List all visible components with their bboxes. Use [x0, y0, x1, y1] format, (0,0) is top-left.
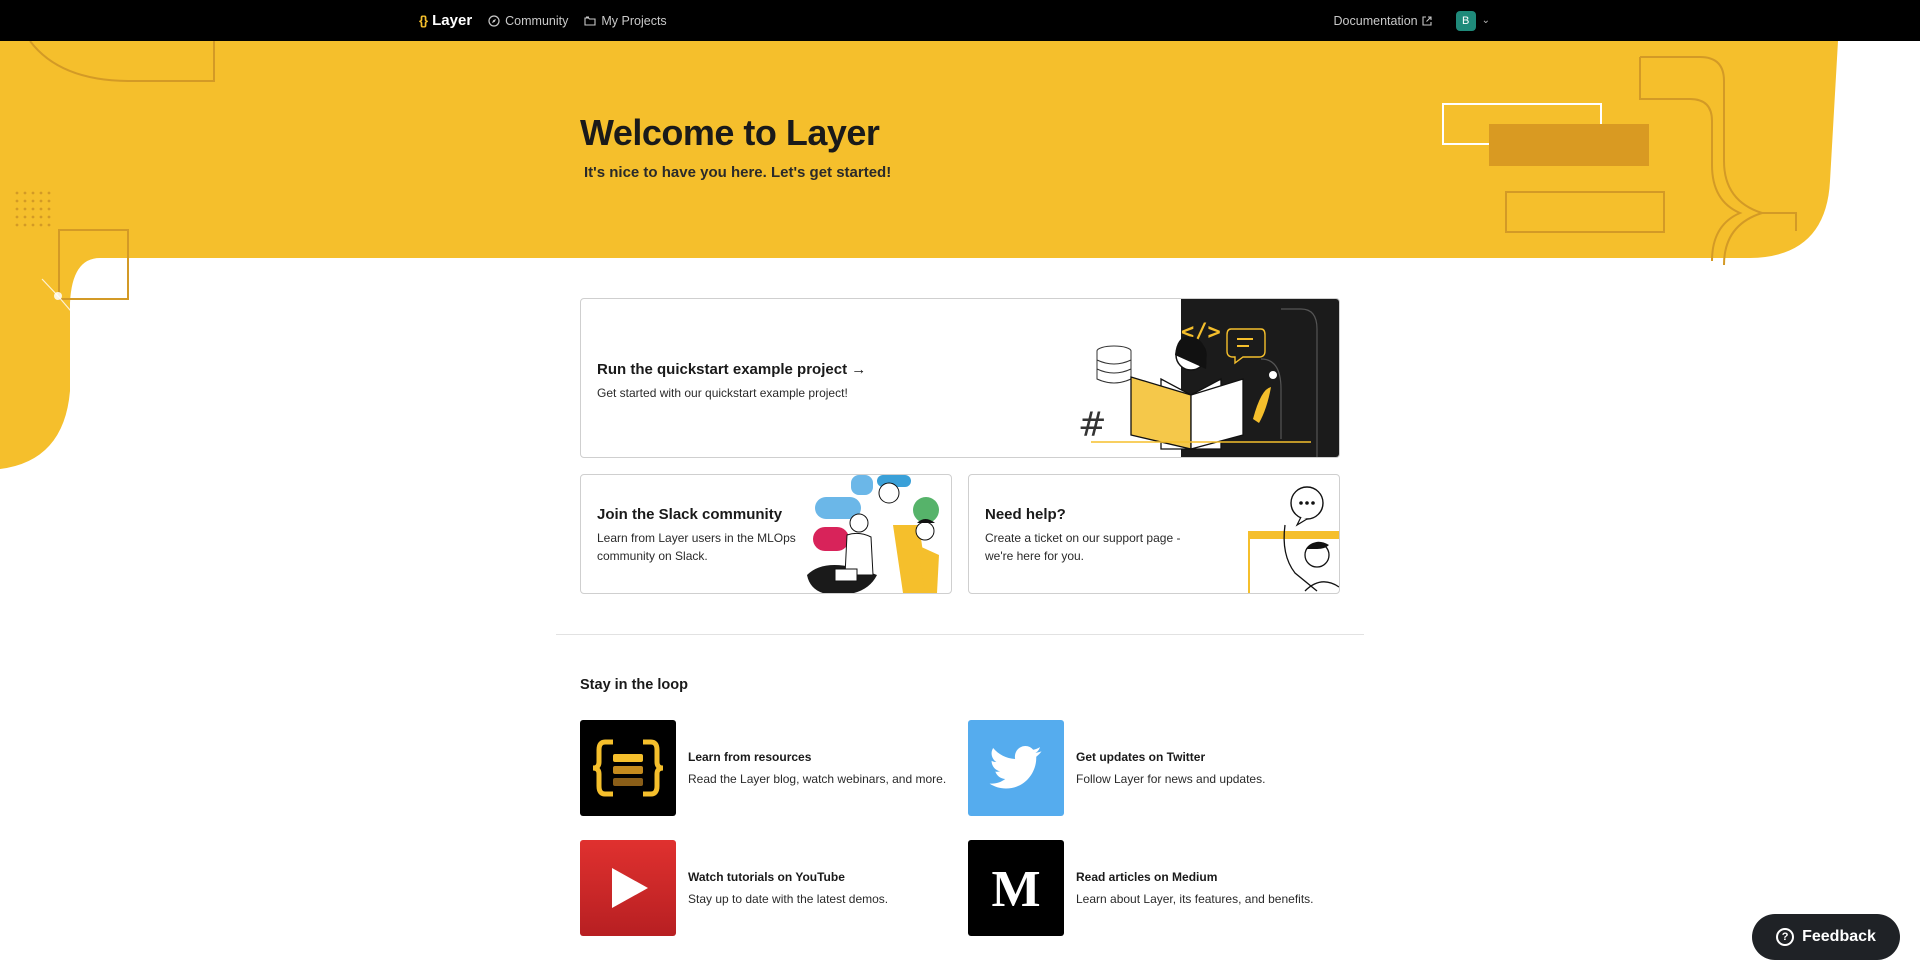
layer-logo-icon: {} [419, 13, 428, 28]
help-title: Need help? [985, 506, 1066, 523]
quickstart-card[interactable]: Run the quickstart example project → Get… [580, 298, 1340, 458]
hash-icon: # [1078, 405, 1107, 445]
resource-learn-desc: Read the Layer blog, watch webinars, and… [688, 772, 947, 786]
documentation-link[interactable]: Documentation [1334, 14, 1432, 28]
resource-learn-title: Learn from resources [688, 750, 812, 764]
resource-twitter-title: Get updates on Twitter [1076, 750, 1206, 764]
brand-name: Layer [432, 12, 473, 29]
page-subtitle: It's nice to have you here. Let's get st… [584, 164, 892, 181]
quickstart-desc: Get started with our quickstart example … [597, 386, 848, 400]
medium-icon: M [968, 840, 1064, 936]
compass-icon [488, 14, 500, 27]
feedback-button[interactable]: ? Feedback [1752, 914, 1900, 960]
avatar: B [1455, 10, 1476, 31]
slack-title: Join the Slack community [597, 506, 783, 523]
top-nav: {} Layer Community My Projects Documenta… [0, 0, 1920, 41]
help-desc: Create a ticket on our support page - we… [985, 531, 1181, 563]
resource-youtube-text: Watch tutorials on YouTube Stay up to da… [688, 870, 888, 906]
feedback-label: Feedback [1802, 928, 1876, 945]
slack-desc: Learn from Layer users in the MLOps comm… [597, 531, 796, 563]
resource-learn-text: Learn from resources Read the Layer blog… [688, 750, 946, 786]
need-help-illustration [1248, 486, 1339, 593]
help-circle-icon: ? [1776, 928, 1795, 946]
nav-left: {} Layer Community My Projects [419, 0, 667, 41]
user-menu[interactable]: B ⌄ [1455, 10, 1490, 31]
resource-youtube-title: Watch tutorials on YouTube [688, 870, 845, 884]
brand-logo[interactable]: {} Layer [419, 12, 472, 29]
nav-right: Documentation B ⌄ [1334, 0, 1490, 41]
nav-community[interactable]: Community [488, 14, 568, 28]
twitter-icon [968, 720, 1064, 816]
quickstart-text: Run the quickstart example project → Get… [597, 361, 957, 402]
nav-community-label: Community [505, 13, 569, 28]
resource-twitter-desc: Follow Layer for news and updates. [1076, 772, 1266, 786]
slack-text: Join the Slack community Learn from Laye… [597, 506, 797, 565]
need-help-card[interactable]: Need help? Create a ticket on our suppor… [968, 474, 1340, 594]
resource-learn[interactable]: Learn from resources Read the Layer blog… [580, 720, 946, 816]
slack-community-illustration [807, 475, 939, 593]
section-divider [556, 634, 1364, 635]
nav-my-projects-label: My Projects [601, 13, 667, 28]
resource-twitter-text: Get updates on Twitter Follow Layer for … [1076, 750, 1265, 786]
slack-community-card[interactable]: Join the Slack community Learn from Laye… [580, 474, 952, 594]
quickstart-illustration: # </> [1078, 299, 1339, 457]
quickstart-title: Run the quickstart example project → [597, 361, 867, 378]
resource-youtube[interactable]: Watch tutorials on YouTube Stay up to da… [580, 840, 888, 936]
resource-medium-title: Read articles on Medium [1076, 870, 1218, 884]
documentation-label: Documentation [1333, 13, 1418, 28]
resource-medium-desc: Learn about Layer, its features, and ben… [1076, 892, 1314, 906]
page-title: Welcome to Layer [580, 112, 880, 153]
youtube-icon [580, 840, 676, 936]
resource-medium[interactable]: M Read articles on Medium Learn about La… [968, 840, 1314, 936]
help-text: Need help? Create a ticket on our suppor… [985, 506, 1185, 565]
folder-icon [584, 16, 596, 26]
nav-my-projects[interactable]: My Projects [584, 13, 667, 28]
layer-logo-icon [580, 720, 676, 816]
resource-medium-text: Read articles on Medium Learn about Laye… [1076, 870, 1314, 906]
external-link-icon [1422, 15, 1432, 26]
resource-youtube-desc: Stay up to date with the latest demos. [688, 892, 889, 906]
database-icon [1096, 345, 1132, 384]
stay-in-loop-heading: Stay in the loop [580, 677, 688, 693]
resource-twitter[interactable]: Get updates on Twitter Follow Layer for … [968, 720, 1265, 816]
svg-text:M: M [991, 863, 1040, 913]
chevron-down-icon: ⌄ [1481, 15, 1490, 26]
